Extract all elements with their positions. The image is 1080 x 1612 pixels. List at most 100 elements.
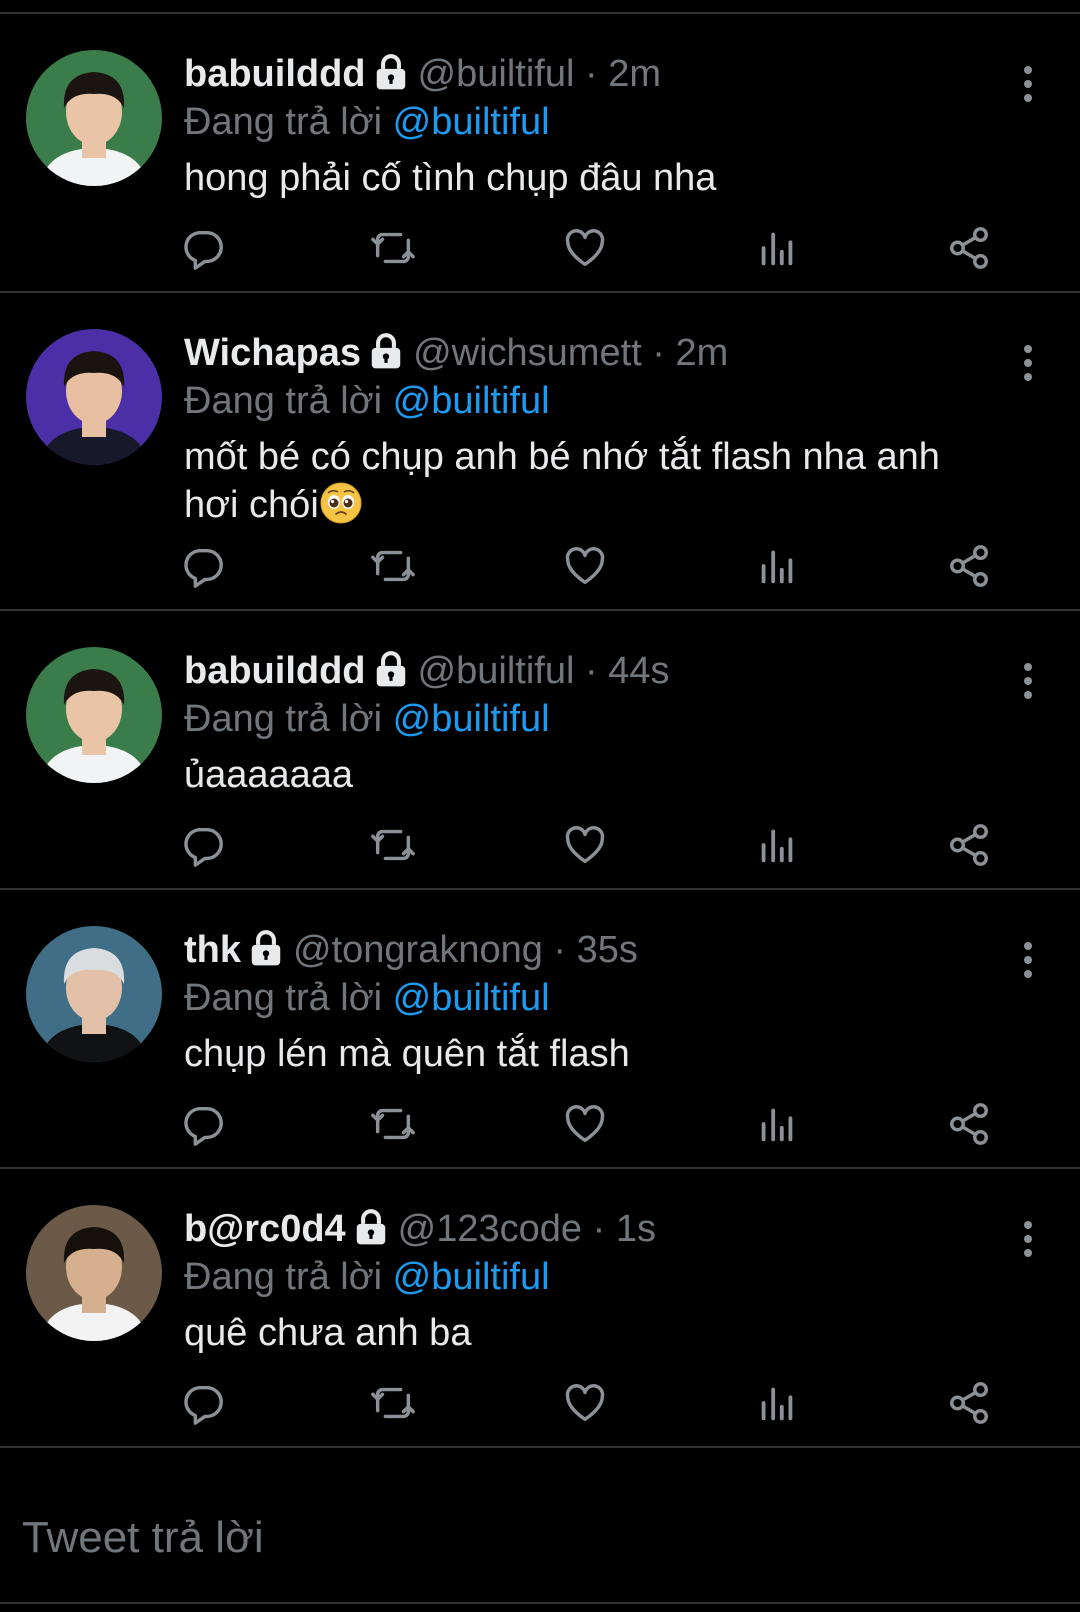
tweet-text-content: quê chưa anh ba	[184, 1312, 472, 1354]
tweet-text-content: ủaaaaaaa	[184, 754, 354, 796]
retweet-icon[interactable]	[370, 1380, 416, 1426]
analytics-icon[interactable]	[754, 543, 800, 589]
more-vertical-icon[interactable]	[1020, 1219, 1036, 1259]
replying-to-label: Đang trả lời	[184, 101, 383, 143]
replying-to-handle[interactable]: @builtiful	[393, 698, 550, 740]
lock-icon	[367, 332, 405, 370]
display-name[interactable]: b@rc0d4	[184, 1208, 346, 1250]
tweet-header: babuilddd @builtiful · 2m	[184, 50, 1000, 98]
tweet-item[interactable]: babuilddd @builtiful · 44s Đang trả lời @b…	[0, 611, 1080, 890]
user-handle[interactable]: @tongraknong	[293, 929, 543, 971]
analytics-icon[interactable]	[754, 822, 800, 868]
share-icon[interactable]	[946, 822, 992, 868]
pleading-face-emoji	[319, 481, 363, 525]
timestamp[interactable]: 2m	[608, 53, 661, 95]
share-icon[interactable]	[946, 225, 992, 271]
lock-icon	[372, 650, 410, 688]
display-name[interactable]: thk	[184, 929, 241, 971]
replying-to-handle[interactable]: @builtiful	[393, 1256, 550, 1298]
tweet-header: b@rc0d4 @123code · 1s	[184, 1205, 1000, 1253]
share-icon[interactable]	[946, 543, 992, 589]
avatar[interactable]	[26, 1205, 162, 1341]
tweet-actions	[180, 822, 1040, 870]
more-vertical-icon[interactable]	[1020, 940, 1036, 980]
user-handle[interactable]: @builtiful	[418, 650, 575, 692]
reply-icon[interactable]	[180, 225, 226, 271]
tweet-header: Wichapas @wichsumett · 2m	[184, 329, 1000, 377]
replying-to: Đang trả lời @builtiful	[184, 974, 1000, 1022]
user-handle[interactable]: @builtiful	[418, 53, 575, 95]
analytics-icon[interactable]	[754, 1101, 800, 1147]
tweet-header: babuilddd @builtiful · 44s	[184, 647, 1000, 695]
tweet-text: chụp lén mà quên tắt flash	[184, 1030, 1000, 1078]
top-divider	[0, 0, 1080, 14]
user-handle[interactable]: @123code	[398, 1208, 582, 1250]
more-vertical-icon[interactable]	[1020, 64, 1036, 104]
tweet-header: thk @tongraknong · 35s	[184, 926, 1000, 974]
separator-dot: ·	[592, 1208, 606, 1250]
tweet-item[interactable]: Wichapas @wichsumett · 2m Đang trả lời @bu…	[0, 293, 1080, 611]
avatar[interactable]	[26, 647, 162, 783]
timestamp[interactable]: 2m	[675, 332, 728, 374]
tweet-content: babuilddd @builtiful · 44s Đang trả lời @b…	[184, 647, 1000, 799]
retweet-icon[interactable]	[370, 822, 416, 868]
avatar[interactable]	[26, 50, 162, 186]
reply-input-placeholder[interactable]: Tweet trả lời	[22, 1513, 264, 1563]
more-vertical-icon[interactable]	[1020, 661, 1036, 701]
reply-icon[interactable]	[180, 1101, 226, 1147]
separator-dot: ·	[584, 650, 598, 692]
tweet-content: Wichapas @wichsumett · 2m Đang trả lời @bu…	[184, 329, 1000, 529]
reply-icon[interactable]	[180, 1380, 226, 1426]
tweet-content: babuilddd @builtiful · 2m Đang trả lời @bu…	[184, 50, 1000, 202]
share-icon[interactable]	[946, 1101, 992, 1147]
heart-icon[interactable]	[562, 225, 608, 271]
reply-thread: babuilddd @builtiful · 2m Đang trả lời @bu…	[0, 14, 1080, 1448]
tweet-content: b@rc0d4 @123code · 1s Đang trả lời @builti…	[184, 1205, 1000, 1357]
timestamp[interactable]: 35s	[577, 929, 638, 971]
heart-icon[interactable]	[562, 1101, 608, 1147]
display-name[interactable]: babuilddd	[184, 53, 366, 95]
tweet-item[interactable]: thk @tongraknong · 35s Đang trả lời @built…	[0, 890, 1080, 1169]
tweet-actions	[180, 1380, 1040, 1428]
reply-icon[interactable]	[180, 543, 226, 589]
avatar[interactable]	[26, 329, 162, 465]
replying-to: Đang trả lời @builtiful	[184, 695, 1000, 743]
separator-dot: ·	[652, 332, 665, 374]
analytics-icon[interactable]	[754, 225, 800, 271]
separator-dot: ·	[584, 53, 598, 95]
tweet-actions	[180, 1101, 1040, 1149]
retweet-icon[interactable]	[370, 225, 416, 271]
replying-to-label: Đang trả lời	[184, 380, 383, 422]
tweet-item[interactable]: b@rc0d4 @123code · 1s Đang trả lời @builti…	[0, 1169, 1080, 1448]
lock-icon	[352, 1208, 390, 1246]
avatar[interactable]	[26, 926, 162, 1062]
replying-to-handle[interactable]: @builtiful	[393, 101, 550, 143]
analytics-icon[interactable]	[754, 1380, 800, 1426]
retweet-icon[interactable]	[370, 1101, 416, 1147]
more-vertical-icon[interactable]	[1020, 343, 1036, 383]
share-icon[interactable]	[946, 1380, 992, 1426]
heart-icon[interactable]	[562, 822, 608, 868]
heart-icon[interactable]	[562, 1380, 608, 1426]
retweet-icon[interactable]	[370, 543, 416, 589]
timestamp[interactable]: 1s	[616, 1208, 656, 1250]
replying-to-label: Đang trả lời	[184, 698, 383, 740]
tweet-item[interactable]: babuilddd @builtiful · 2m Đang trả lời @bu…	[0, 14, 1080, 293]
display-name[interactable]: babuilddd	[184, 650, 366, 692]
replying-to-label: Đang trả lời	[184, 1256, 383, 1298]
tweet-text: quê chưa anh ba	[184, 1309, 1000, 1357]
timestamp[interactable]: 44s	[608, 650, 669, 692]
replying-to: Đang trả lời @builtiful	[184, 98, 1000, 146]
user-handle[interactable]: @wichsumett	[413, 332, 642, 374]
tweet-text-content: mốt bé có chụp anh bé nhớ tắt flash nha …	[184, 436, 940, 526]
display-name[interactable]: Wichapas	[184, 332, 361, 374]
reply-icon[interactable]	[180, 822, 226, 868]
separator-dot: ·	[553, 929, 567, 971]
replying-to-handle[interactable]: @builtiful	[393, 977, 550, 1019]
reply-composer[interactable]: Tweet trả lời	[0, 1477, 1080, 1604]
replying-to-handle[interactable]: @builtiful	[393, 380, 550, 422]
heart-icon[interactable]	[562, 543, 608, 589]
tweet-text: mốt bé có chụp anh bé nhớ tắt flash nha …	[184, 433, 1000, 529]
lock-icon	[247, 929, 285, 967]
tweet-actions	[180, 543, 1040, 591]
